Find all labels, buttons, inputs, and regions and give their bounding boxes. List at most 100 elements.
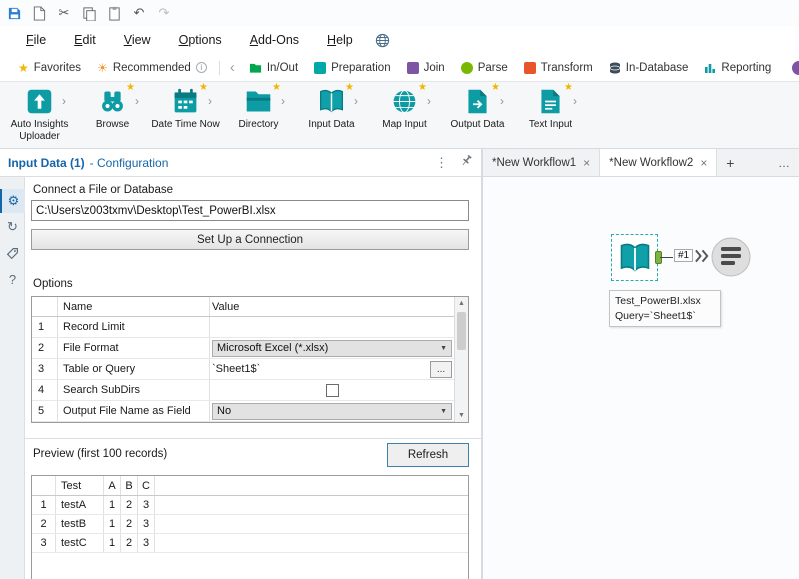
tool-text-input[interactable]: ★ › Text Input: [514, 82, 587, 148]
menu-options[interactable]: Options: [165, 29, 236, 51]
workflow-canvas[interactable]: #1 Test_PowerBI.xlsx Query=`Sheet1$`: [483, 177, 799, 579]
preview-row[interactable]: 2 testB 1 2 3: [32, 515, 468, 534]
category-in-database[interactable]: In-Database: [601, 62, 697, 74]
category-in-out[interactable]: In/Out: [241, 62, 306, 74]
file-format-dropdown[interactable]: Microsoft Excel (*.xlsx) ▼: [212, 339, 452, 357]
refresh-button[interactable]: Refresh: [387, 443, 469, 467]
tool-annotation[interactable]: Test_PowerBI.xlsx Query=`Sheet1$`: [609, 290, 721, 328]
transform-icon: [523, 61, 536, 74]
sync-icon[interactable]: ↻: [0, 215, 25, 239]
table-row[interactable]: 3 Table or Query `Sheet1$` ...: [32, 359, 468, 380]
setup-connection-button[interactable]: Set Up a Connection: [31, 229, 469, 250]
category-label: In/Out: [266, 61, 299, 74]
tool-caret-icon[interactable]: ›: [208, 94, 212, 108]
category-label: Join: [423, 61, 445, 74]
category-recommended[interactable]: ☀ Recommended i: [89, 61, 215, 75]
undo-icon[interactable]: ↶: [130, 4, 148, 22]
help-icon[interactable]: ?: [0, 267, 25, 291]
paste-icon[interactable]: [105, 4, 123, 22]
tool-caret-icon[interactable]: ›: [281, 94, 285, 108]
tool-input-data[interactable]: ★ › Input Data: [295, 82, 368, 148]
tab-overflow-icon[interactable]: …: [769, 149, 799, 176]
scrollbar-thumb[interactable]: [457, 312, 466, 350]
search-subdirs-checkbox[interactable]: [325, 383, 339, 397]
category-reporting[interactable]: Reporting: [696, 62, 779, 74]
new-tab-button[interactable]: +: [717, 149, 743, 176]
save-icon[interactable]: [5, 4, 23, 22]
table-query-value[interactable]: `Sheet1$`: [212, 363, 426, 375]
menu-file[interactable]: File: [12, 29, 60, 51]
scroll-up-icon[interactable]: ▲: [455, 297, 468, 310]
tool-browse[interactable]: ★ › Browse: [76, 82, 149, 148]
tool-auto-insights-uploader[interactable]: › Auto Insights Uploader: [3, 82, 76, 148]
tool-caret-icon[interactable]: ›: [573, 94, 577, 108]
tool-caret-icon[interactable]: ›: [135, 94, 139, 108]
alteryx-designer-window: ✂ ↶ ↷ File Edit View Options Add-Ons Hel…: [0, 0, 799, 579]
pin-icon[interactable]: [460, 154, 473, 172]
option-value-empty[interactable]: [210, 317, 454, 337]
category-label: In-Database: [625, 61, 689, 74]
table-row[interactable]: 1 Record Limit: [32, 317, 468, 338]
preview-header-cell: A: [104, 476, 121, 495]
gear-icon[interactable]: ⚙: [0, 189, 25, 213]
category-parse[interactable]: Parse: [453, 61, 516, 74]
sun-icon: ☀: [97, 60, 108, 75]
scroll-left-icon[interactable]: ‹: [224, 59, 241, 76]
preview-row[interactable]: 3 testC 1 2 3: [32, 534, 468, 553]
tool-caret-icon[interactable]: ›: [500, 94, 504, 108]
main-area: Input Data (1) - Configuration ⋮ ⚙ ↻ ? C…: [0, 149, 799, 579]
tool-directory[interactable]: ★ › Directory: [222, 82, 295, 148]
preview-row[interactable]: 1 testA 1 2 3: [32, 496, 468, 515]
tab-workflow2[interactable]: *New Workflow2 ×: [600, 149, 718, 176]
connection-line: [660, 257, 673, 258]
tool-caret-icon[interactable]: ›: [427, 94, 431, 108]
scroll-down-icon[interactable]: ▼: [455, 409, 468, 422]
menu-view[interactable]: View: [110, 29, 165, 51]
tool-map-input[interactable]: ★ › Map Input: [368, 82, 441, 148]
table-row[interactable]: 2 File Format Microsoft Excel (*.xlsx) ▼: [32, 338, 468, 359]
tag-icon[interactable]: [0, 241, 25, 265]
menu-help[interactable]: Help: [313, 29, 367, 51]
preparation-icon: [314, 61, 327, 74]
category-join[interactable]: Join: [399, 61, 453, 74]
close-tab-icon[interactable]: ×: [700, 156, 707, 170]
tool-date-time-now[interactable]: ★ › Date Time Now: [149, 82, 222, 148]
tool-caret-icon[interactable]: ›: [354, 94, 358, 108]
option-name: Output File Name as Field: [58, 401, 210, 421]
cut-icon[interactable]: ✂: [55, 4, 73, 22]
category-icon-partial[interactable]: [792, 61, 799, 75]
table-row[interactable]: 4 Search SubDirs: [32, 380, 468, 401]
browse-ellipsis-button[interactable]: ...: [430, 360, 452, 378]
category-preparation[interactable]: Preparation: [306, 61, 398, 74]
copy-icon[interactable]: [80, 4, 98, 22]
tool-output-data[interactable]: ★ › Output Data: [441, 82, 514, 148]
table-row[interactable]: 5 Output File Name as Field No ▼: [32, 401, 468, 422]
category-transform[interactable]: Transform: [516, 61, 601, 74]
preview-cell: 1: [104, 515, 121, 533]
tool-category-ribbon: ★ Favorites ☀ Recommended i ‹ In/Out Pre…: [0, 54, 799, 82]
tool-caret-icon[interactable]: ›: [62, 94, 66, 108]
tab-workflow1[interactable]: *New Workflow1 ×: [483, 149, 601, 176]
menu-edit[interactable]: Edit: [60, 29, 110, 51]
category-favorites[interactable]: ★ Favorites: [10, 61, 89, 75]
preview-cell: 1: [104, 496, 121, 514]
category-label: Reporting: [721, 61, 772, 74]
close-tab-icon[interactable]: ×: [583, 156, 590, 170]
redo-icon[interactable]: ↷: [155, 4, 173, 22]
kebab-menu-icon[interactable]: ⋮: [435, 155, 448, 171]
preview-cell: testB: [56, 515, 104, 533]
powerbi-target-icon[interactable]: [709, 235, 753, 284]
input-data-tool-node[interactable]: [611, 234, 662, 281]
output-filename-dropdown[interactable]: No ▼: [212, 402, 452, 420]
preview-label: Preview (first 100 records): [33, 448, 168, 460]
new-document-icon[interactable]: [30, 4, 48, 22]
configuration-panel: Input Data (1) - Configuration ⋮ ⚙ ↻ ? C…: [0, 149, 481, 579]
globe-icon[interactable]: [375, 33, 390, 48]
category-label: Preparation: [331, 61, 391, 74]
option-name: File Format: [58, 338, 210, 358]
preview-cell: 3: [138, 515, 155, 533]
config-side-strip: ⚙ ↻ ?: [0, 177, 25, 579]
options-scrollbar[interactable]: ▲ ▼: [454, 297, 468, 422]
menu-addons[interactable]: Add-Ons: [236, 29, 313, 51]
file-path-input[interactable]: [31, 200, 469, 221]
